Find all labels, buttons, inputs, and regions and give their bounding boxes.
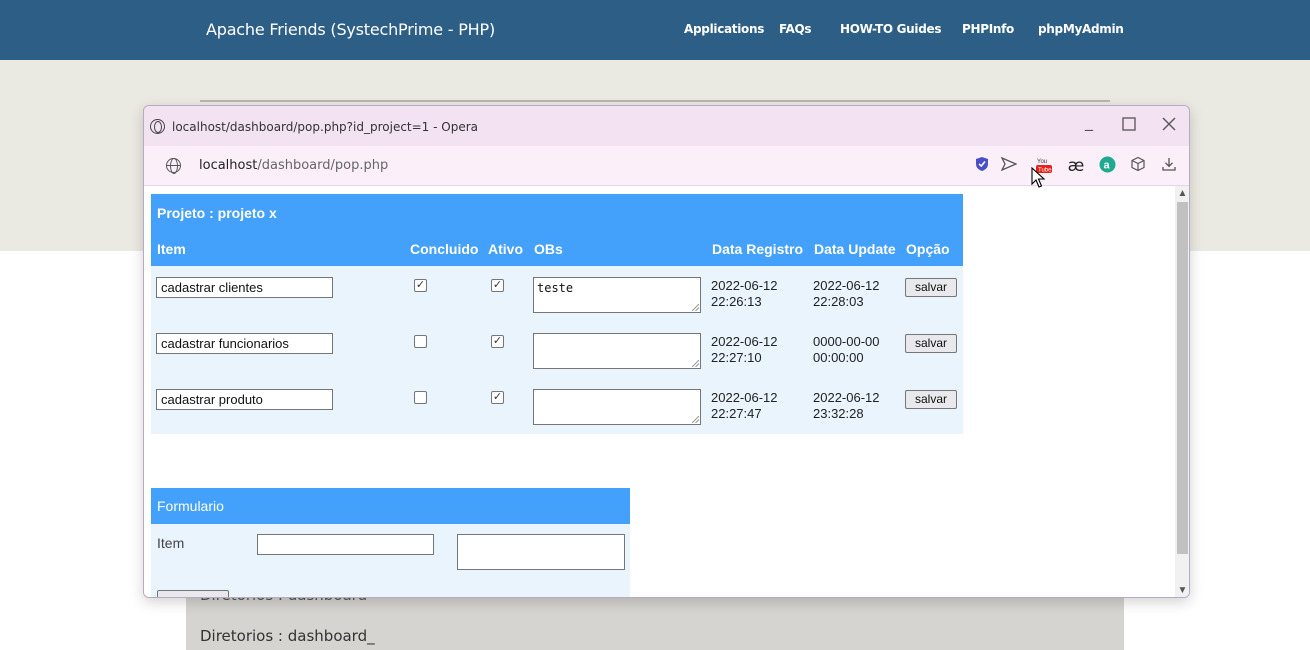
salvar-button[interactable]: salvar: [905, 278, 957, 297]
globe-icon: [166, 158, 181, 174]
directories-text: Diretorios : dashboard_: [200, 627, 375, 645]
nav-phpmyadmin[interactable]: phpMyAdmin: [1038, 22, 1124, 36]
svg-text:You: You: [1037, 159, 1047, 165]
item-input[interactable]: cadastrar funcionarios: [156, 333, 333, 354]
data-update: 0000-00-00 00:00:00: [813, 334, 880, 365]
vpn-shield-icon[interactable]: [974, 156, 990, 176]
concluido-checkbox[interactable]: [414, 335, 427, 348]
salvar-button[interactable]: salvar: [905, 390, 957, 409]
url-host: localhost: [199, 158, 258, 173]
form-item-label: Item: [157, 535, 185, 551]
col-header-data-registro: Data Registro: [712, 241, 804, 257]
nav-phpinfo[interactable]: PHPInfo: [962, 22, 1014, 36]
url-field[interactable]: localhost/dashboard/pop.php: [199, 158, 388, 173]
site-header: Apache Friends (SystechPrime - PHP) Appl…: [0, 0, 1310, 60]
opera-icon: [150, 119, 165, 134]
ativo-checkbox[interactable]: ✓: [491, 391, 504, 404]
cube-icon[interactable]: [1129, 156, 1147, 176]
ae-icon[interactable]: æ: [1066, 156, 1086, 176]
col-header-data-update: Data Update: [814, 241, 896, 257]
project-table-body: cadastrar clientes ✓ ✓ teste 2022-06-12 …: [151, 266, 963, 434]
url-path: /dashboard/pop.php: [257, 158, 389, 173]
col-header-obs: OBs: [534, 241, 563, 257]
nav-applications[interactable]: Applications: [684, 22, 764, 36]
col-header-concluido: Concluido: [410, 241, 479, 257]
svg-text:a: a: [1103, 160, 1110, 172]
obs-textarea[interactable]: teste: [533, 277, 701, 313]
ativo-checkbox[interactable]: ✓: [491, 335, 504, 348]
col-header-ativo: Ativo: [488, 241, 523, 257]
scroll-up-icon[interactable]: ▲: [1175, 187, 1189, 201]
project-table-header: Projeto : projeto x Item Concluido Ativo…: [151, 194, 963, 266]
download-icon[interactable]: [1160, 156, 1178, 176]
popup-titlebar: localhost/dashboard/pop.php?id_project=1…: [144, 106, 1189, 146]
site-title[interactable]: Apache Friends (SystechPrime - PHP): [206, 20, 495, 39]
form-obs-textarea[interactable]: [457, 534, 625, 570]
amazon-icon[interactable]: a: [1098, 156, 1116, 176]
form-title: Formulario: [157, 498, 224, 514]
concluido-checkbox[interactable]: ✓: [414, 279, 427, 292]
project-title: Projeto : projeto x: [157, 205, 277, 221]
item-input[interactable]: cadastrar produto: [156, 389, 333, 410]
scroll-down-icon[interactable]: ▼: [1175, 584, 1189, 597]
ativo-checkbox[interactable]: ✓: [491, 279, 504, 292]
form-panel: Formulario Item: [151, 488, 630, 597]
maximize-button[interactable]: [1119, 116, 1139, 136]
minimize-button[interactable]: _: [1079, 112, 1099, 132]
nav-faqs[interactable]: FAQs: [779, 22, 812, 36]
col-header-opcao: Opção: [906, 241, 950, 257]
form-submit-button[interactable]: [157, 590, 229, 597]
close-button[interactable]: [1159, 116, 1179, 136]
maximize-icon: [1122, 117, 1136, 131]
data-update: 2022-06-12 22:28:03: [813, 278, 880, 309]
col-header-item: Item: [157, 241, 186, 257]
form-item-input[interactable]: [257, 534, 434, 555]
nav-howto-guides[interactable]: HOW-TO Guides: [840, 22, 942, 36]
scroll-thumb[interactable]: [1177, 202, 1188, 554]
hero-divider: [200, 100, 1110, 102]
form-header: Formulario: [151, 488, 630, 524]
obs-textarea[interactable]: [533, 333, 701, 369]
data-registro: 2022-06-12 22:26:13: [711, 278, 778, 309]
item-input[interactable]: cadastrar clientes: [156, 277, 333, 298]
salvar-button[interactable]: salvar: [905, 334, 957, 353]
mouse-cursor-icon: [1031, 167, 1045, 188]
vertical-scrollbar[interactable]: ▲ ▼: [1175, 186, 1189, 597]
data-update: 2022-06-12 23:32:28: [813, 390, 880, 421]
popup-window-title: localhost/dashboard/pop.php?id_project=1…: [172, 120, 479, 134]
obs-textarea[interactable]: [533, 389, 701, 425]
concluido-checkbox[interactable]: [414, 391, 427, 404]
data-registro: 2022-06-12 22:27:10: [711, 334, 778, 365]
popup-content: Projeto : projeto x Item Concluido Ativo…: [144, 186, 1175, 597]
send-icon[interactable]: [1000, 156, 1018, 176]
close-icon: [1162, 117, 1176, 131]
data-registro: 2022-06-12 22:27:47: [711, 390, 778, 421]
